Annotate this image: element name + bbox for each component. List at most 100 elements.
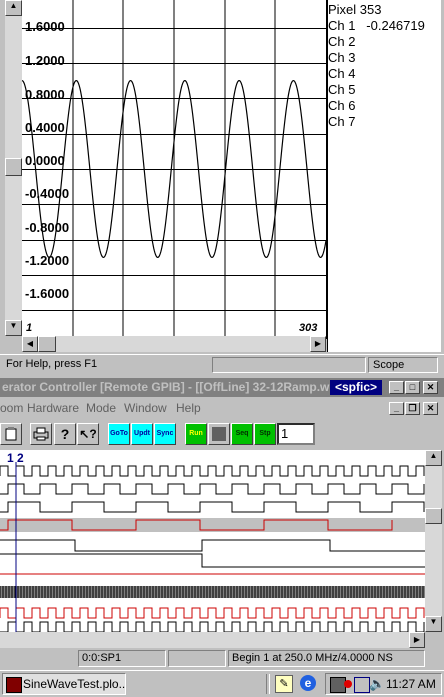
timing-h-scrollbar[interactable]: ▶: [0, 632, 425, 648]
update-button[interactable]: Updt: [131, 423, 153, 445]
print-icon[interactable]: [30, 423, 52, 445]
h-scroll-thumb[interactable]: [38, 336, 56, 352]
menu-item-zoom[interactable]: oom: [0, 401, 23, 415]
step-label: Stp: [259, 430, 271, 437]
taskbar: SineWaveTest.plo... ✎ e 🔈 11:27 AM: [0, 670, 444, 697]
help-icon[interactable]: ?: [54, 423, 76, 445]
y-tick-label: -0.8000: [25, 220, 70, 235]
taskbar-app-button[interactable]: SineWaveTest.plo...: [2, 673, 126, 695]
mdi-close-button[interactable]: ✕: [423, 402, 438, 415]
sync-label: Sync: [156, 430, 174, 437]
y-tick-label: -0.4000: [25, 186, 70, 201]
maximize-button[interactable]: □: [405, 381, 420, 394]
menu-item-window[interactable]: Window: [124, 401, 167, 415]
scroll-up-icon[interactable]: ▲: [5, 0, 22, 16]
run-button[interactable]: Run: [185, 423, 207, 445]
remote-badge: <spfic>: [330, 380, 382, 395]
mode-pane: Scope: [368, 357, 438, 373]
generator-title-bar[interactable]: erator Controller [Remote GPIB] - [[OffL…: [0, 378, 444, 397]
tray-alert-icon[interactable]: [344, 680, 352, 688]
tray-volume-icon[interactable]: 🔈: [369, 676, 385, 692]
help-text: For Help, press F1: [6, 358, 98, 370]
scroll-down-icon[interactable]: ▼: [425, 616, 442, 632]
bus-trace-a: [0, 539, 425, 552]
bus-trace-b: [0, 553, 425, 568]
x-end-label: 303: [299, 322, 318, 334]
run-label: Run: [189, 430, 203, 437]
scroll-right-icon[interactable]: ▶: [409, 632, 425, 648]
v-scroll-thumb[interactable]: [425, 508, 442, 524]
goto-label: GoTo: [110, 430, 128, 437]
bottom-scrollbar[interactable]: ◀ ▶: [22, 336, 326, 352]
step-button[interactable]: Stp: [254, 423, 276, 445]
channel-readout: Ch 4: [328, 66, 356, 81]
status-empty: [168, 650, 226, 667]
window-title: erator Controller [Remote GPIB] - [[OffL…: [2, 380, 330, 394]
minimize-button[interactable]: _: [389, 381, 404, 394]
sync-button[interactable]: Sync: [154, 423, 176, 445]
mode-label: Scope: [373, 359, 405, 371]
cursor-label: 1 2: [7, 451, 24, 465]
seq-button[interactable]: Seq: [231, 423, 253, 445]
channel-readout: Ch 1 -0.246719: [328, 18, 425, 33]
left-scrollbar[interactable]: ▲ ▼: [5, 0, 22, 336]
step-value-input[interactable]: 1: [277, 423, 315, 445]
clock-trace-c: [0, 501, 425, 513]
status-position: 0:0:SP1: [78, 650, 166, 667]
taskbar-divider: [266, 674, 270, 694]
context-help-icon[interactable]: ↖?: [77, 423, 99, 445]
clock-trace-e: [0, 607, 425, 619]
scope-status-bar: For Help, press F1 Scope: [0, 354, 444, 375]
app-icon: [6, 677, 22, 693]
menu-item-hardware[interactable]: Hardware: [27, 401, 79, 415]
status-clock-text: Begin 1 at 250.0 MHz/4.0000 NS: [232, 652, 393, 664]
menu-item-help[interactable]: Help: [176, 401, 201, 415]
y-tick-label: 0.8000: [25, 87, 65, 102]
quicklaunch-ie-icon[interactable]: e: [300, 675, 316, 691]
scroll-down-icon[interactable]: ▼: [5, 320, 22, 336]
scroll-right-icon[interactable]: ▶: [310, 336, 326, 352]
y-tick-label: -1.2000: [25, 253, 70, 268]
status-position-text: 0:0:SP1: [82, 652, 122, 664]
update-label: Updt: [134, 430, 150, 437]
timing-display: 1 2: [0, 450, 425, 632]
generator-status-bar: 0:0:SP1 Begin 1 at 250.0 MHz/4.0000 NS: [0, 648, 444, 668]
close-button[interactable]: ✕: [423, 381, 438, 394]
channel-readout: Ch 5: [328, 82, 356, 97]
status-pane-empty: [212, 357, 366, 373]
scroll-left-icon[interactable]: ◀: [22, 336, 38, 352]
channel-readout: Ch 7: [328, 114, 356, 129]
stop-square-button[interactable]: [208, 423, 230, 445]
clock-trace-f: [0, 621, 425, 632]
channel-readout: Ch 3: [328, 50, 356, 65]
y-tick-label: 0.0000: [25, 153, 65, 168]
x-start-label: 1: [26, 322, 33, 334]
y-tick-label: 1.2000: [25, 53, 65, 68]
tray-network-icon[interactable]: [354, 677, 370, 693]
menu-item-mode[interactable]: Mode: [86, 401, 116, 415]
channel-readout: Ch 6: [328, 98, 356, 113]
tray-clock: 11:27 AM: [386, 677, 436, 691]
system-tray: 🔈 11:27 AM: [325, 673, 442, 695]
step-value: 1: [281, 426, 289, 441]
taskbar-app-label: SineWaveTest.plo...: [23, 677, 126, 691]
badge-text: <spfic>: [334, 380, 378, 394]
mdi-restore-button[interactable]: ❐: [405, 402, 420, 415]
clock-trace-b: [0, 483, 425, 495]
y-tick-label: 1.6000: [25, 19, 65, 34]
mdi-minimize-button[interactable]: _: [389, 402, 404, 415]
y-tick-label: 0.4000: [25, 120, 65, 135]
seq-label: Seq: [235, 430, 249, 437]
paste-icon[interactable]: [0, 423, 22, 445]
timing-v-scrollbar[interactable]: ▲ ▼: [425, 450, 442, 632]
scroll-thumb[interactable]: [5, 158, 22, 176]
clock-trace-a: [0, 465, 425, 477]
timing-traces: [0, 462, 425, 632]
channel-readout: Ch 2: [328, 34, 356, 49]
y-tick-label: -1.6000: [25, 286, 70, 301]
scroll-up-icon[interactable]: ▲: [425, 450, 442, 466]
pixel-readout: Pixel 353: [328, 2, 382, 17]
status-clock: Begin 1 at 250.0 MHz/4.0000 NS: [228, 650, 425, 667]
goto-button[interactable]: GoTo: [108, 423, 130, 445]
quicklaunch-edit-icon[interactable]: ✎: [275, 675, 293, 693]
